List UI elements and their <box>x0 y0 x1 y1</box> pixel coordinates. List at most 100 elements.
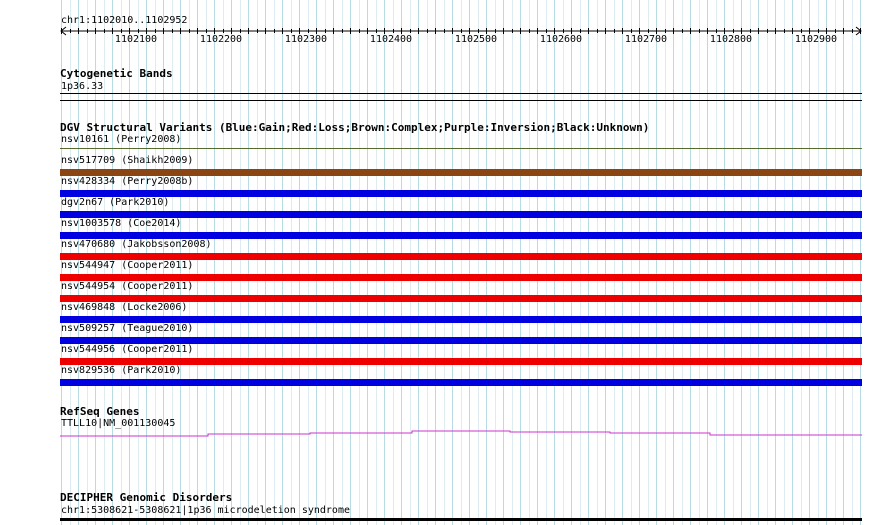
grid-line <box>571 0 572 525</box>
ruler-minor-tick <box>809 28 810 34</box>
ruler-tick-label: 1102900 <box>794 34 838 45</box>
ruler-minor-tick <box>95 28 96 34</box>
ruler-minor-tick <box>61 28 62 34</box>
grid-line <box>257 0 258 525</box>
ruler-minor-tick <box>70 29 71 33</box>
dgv-variant-bar[interactable] <box>60 253 862 260</box>
grid-line <box>631 0 632 525</box>
dgv-variant-label[interactable]: nsv544954 (Cooper2011) <box>61 281 193 293</box>
grid-line <box>546 0 547 525</box>
dgv-title: DGV Structural Variants (Blue:Gain;Red:L… <box>60 121 650 134</box>
grid-line <box>461 0 462 525</box>
cytoband-label[interactable]: 1p36.33 <box>61 81 103 93</box>
grid-line <box>537 0 538 525</box>
grid-line <box>707 0 708 525</box>
ruler-minor-tick <box>741 28 742 34</box>
dgv-variant-label[interactable]: nsv517709 (Shaikh2009) <box>61 155 193 167</box>
ruler-minor-tick <box>316 28 317 34</box>
grid-line <box>350 0 351 525</box>
dgv-variant-label[interactable]: nsv544956 (Cooper2011) <box>61 344 193 356</box>
grid-line <box>665 0 666 525</box>
ruler-minor-tick <box>248 28 249 34</box>
dgv-variant-label[interactable]: nsv544947 (Cooper2011) <box>61 260 193 272</box>
ruler-minor-tick <box>359 29 360 33</box>
dgv-variant-label[interactable]: nsv829536 (Park2010) <box>61 365 181 377</box>
ruler-minor-tick <box>418 28 419 34</box>
dgv-variant-label[interactable]: nsv469848 (Locke2006) <box>61 302 187 314</box>
ruler-minor-tick <box>223 29 224 33</box>
refseq-gene-label[interactable]: TTLL10|NM_001130045 <box>61 418 175 430</box>
grid-line <box>554 0 555 525</box>
ruler-minor-tick <box>860 28 861 34</box>
ruler-minor-tick <box>580 29 581 33</box>
dgv-variant-bar[interactable] <box>60 379 862 386</box>
dgv-variant-bar[interactable] <box>60 169 862 176</box>
ruler-tick-label: 1102400 <box>369 34 413 45</box>
ruler-minor-tick <box>367 28 368 34</box>
dgv-variant-label[interactable]: nsv10161 (Perry2008) <box>61 134 181 146</box>
grid-line <box>792 0 793 525</box>
dgv-variant-label[interactable]: nsv428334 (Perry2008b) <box>61 176 193 188</box>
ruler-minor-tick <box>299 28 300 34</box>
ruler-minor-tick <box>189 29 190 33</box>
grid-line <box>274 0 275 525</box>
grid-line <box>333 0 334 525</box>
cytoband-bar-bottom <box>60 100 862 101</box>
dgv-variant-label[interactable]: nsv1003578 (Coe2014) <box>61 218 181 230</box>
ruler-minor-tick <box>342 29 343 33</box>
ruler-minor-tick <box>350 28 351 34</box>
dgv-variant-bar[interactable] <box>60 148 862 149</box>
ruler-minor-tick <box>665 29 666 33</box>
decipher-bar[interactable] <box>60 518 862 521</box>
ruler-minor-tick <box>537 28 538 34</box>
grid-line <box>308 0 309 525</box>
grid-line <box>588 0 589 525</box>
ruler-minor-tick <box>563 29 564 33</box>
ruler-minor-tick <box>639 28 640 34</box>
grid-line <box>197 0 198 525</box>
dgv-variant-bar[interactable] <box>60 211 862 218</box>
dgv-variant-bar[interactable] <box>60 274 862 281</box>
ruler-minor-tick <box>775 28 776 34</box>
dgv-variant-label[interactable]: nsv470680 (Jakobsson2008) <box>61 239 212 251</box>
ruler-minor-tick <box>129 28 130 34</box>
grid-line <box>767 0 768 525</box>
grid-line <box>214 0 215 525</box>
grid-line <box>316 0 317 525</box>
grid-line <box>860 0 861 525</box>
ruler-minor-tick <box>486 28 487 34</box>
dgv-variant-bar[interactable] <box>60 295 862 302</box>
grid-line <box>724 0 725 525</box>
dgv-variant-label[interactable]: nsv509257 (Teague2010) <box>61 323 193 335</box>
dgv-variant-bar[interactable] <box>60 232 862 239</box>
dgv-variant-bar[interactable] <box>60 358 862 365</box>
ruler-minor-tick <box>401 28 402 34</box>
ruler-minor-tick <box>724 28 725 34</box>
grid-line <box>367 0 368 525</box>
dgv-variant-bar[interactable] <box>60 337 862 344</box>
grid-line <box>648 0 649 525</box>
grid-line <box>359 0 360 525</box>
decipher-entry-label[interactable]: chr1:5308621-5308621|1p36 microdeletion … <box>61 505 350 517</box>
dgv-variant-bar[interactable] <box>60 316 862 323</box>
ruler-minor-tick <box>707 28 708 34</box>
ruler-minor-tick <box>597 29 598 33</box>
ruler-minor-tick <box>384 28 385 34</box>
ruler-tick-label: 1102200 <box>199 34 243 45</box>
grid-line <box>843 0 844 525</box>
grid-line <box>784 0 785 525</box>
grid-line <box>826 0 827 525</box>
dgv-variant-label[interactable]: dgv2n67 (Park2010) <box>61 197 169 209</box>
grid-line <box>614 0 615 525</box>
grid-line <box>801 0 802 525</box>
grid-line <box>775 0 776 525</box>
ruler-minor-tick <box>529 29 530 33</box>
ruler-minor-tick <box>784 29 785 33</box>
grid-line <box>682 0 683 525</box>
dgv-variant-bar[interactable] <box>60 190 862 197</box>
ruler-minor-tick <box>206 29 207 33</box>
ruler-tick-label: 1102300 <box>284 34 328 45</box>
grid-line <box>384 0 385 525</box>
grid-line <box>512 0 513 525</box>
ruler-tick-label: 1102600 <box>539 34 583 45</box>
